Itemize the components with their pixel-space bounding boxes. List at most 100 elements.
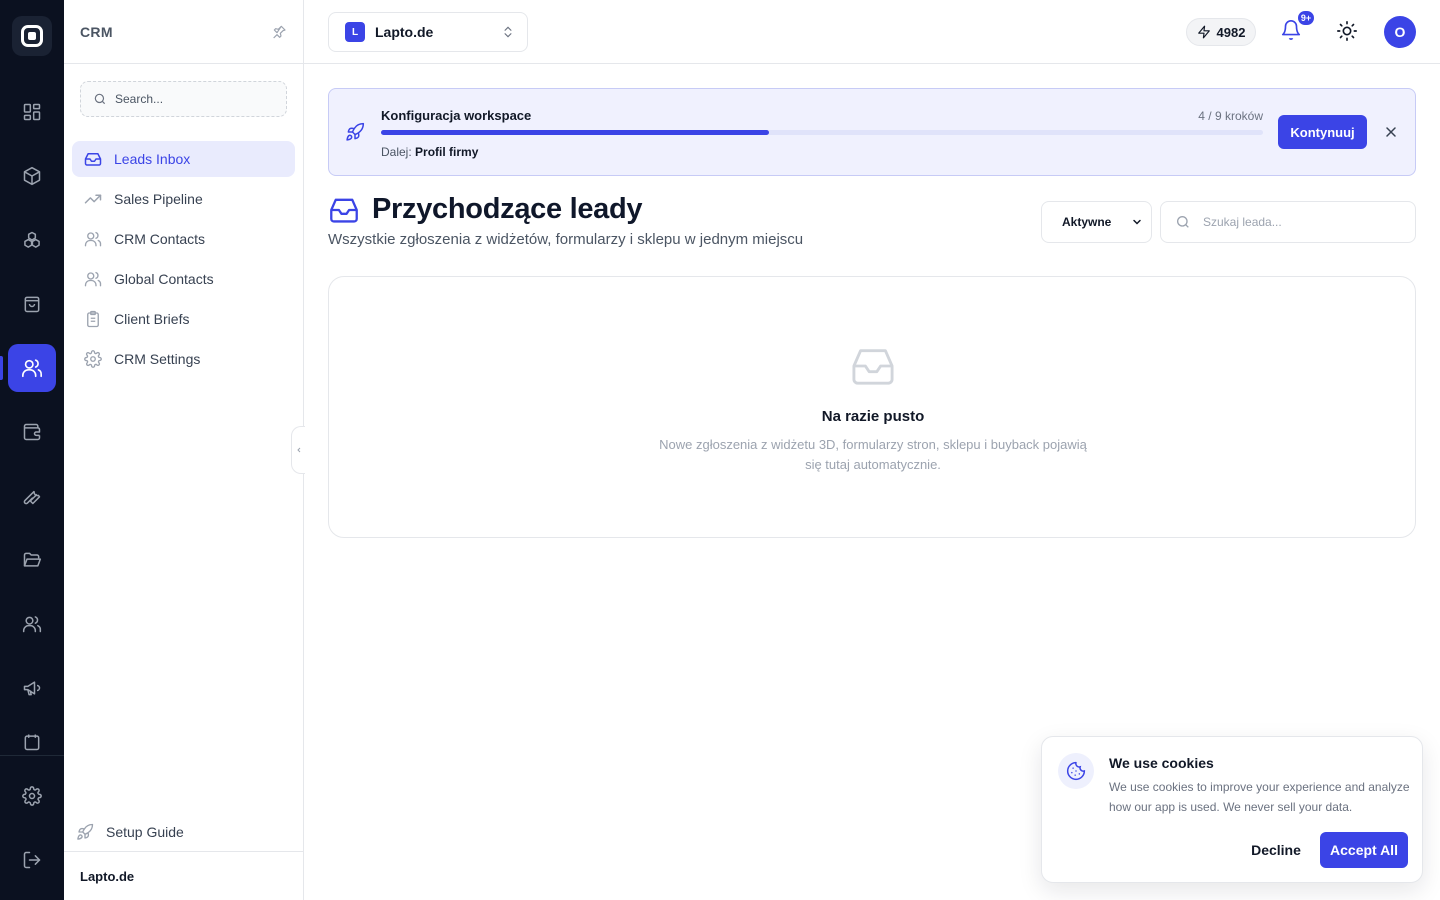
workspace-name: Lapto.de [375, 24, 434, 40]
workspace-badge: L [345, 22, 365, 42]
sidebar-item-label: Global Contacts [114, 271, 214, 287]
status-filter-select[interactable]: Aktywne [1041, 201, 1152, 243]
credits-badge[interactable]: 4982 [1186, 18, 1256, 46]
pin-icon[interactable] [271, 24, 287, 40]
wrench-icon [23, 490, 41, 505]
workspace-setup-banner: Konfiguracja workspace 4 / 9 kroków Dale… [328, 88, 1416, 176]
workspace-switcher[interactable]: L Lapto.de [328, 12, 528, 52]
cookie-icon [1058, 753, 1094, 789]
notifications-badge: 9+ [1297, 10, 1315, 26]
empty-inbox-icon [852, 349, 894, 385]
chevrons-up-down-icon [504, 26, 512, 38]
team-icon [22, 616, 42, 633]
rail-wallet-button[interactable] [8, 408, 56, 456]
sidebar-item-global-contacts[interactable]: Global Contacts [72, 261, 295, 297]
logo-mark-icon [21, 25, 43, 47]
user-avatar[interactable]: O [1384, 16, 1416, 48]
rail-marketing-button[interactable] [8, 664, 56, 712]
cookie-title: We use cookies [1109, 755, 1214, 771]
chevron-left-icon [296, 447, 300, 453]
rail-more-button[interactable] [8, 722, 56, 752]
continue-setup-button[interactable]: Kontynuuj [1278, 115, 1367, 149]
top-bar: L Lapto.de 4982 9+ O [304, 0, 1440, 64]
cookie-text: We use cookies to improve your experienc… [1109, 780, 1410, 814]
users-icon [84, 231, 102, 247]
users-icon [84, 271, 102, 287]
page-title: Przychodzące leady [372, 193, 643, 225]
sun-icon [1337, 21, 1357, 41]
sidebar-item-crm-settings[interactable]: CRM Settings [72, 341, 295, 377]
sidebar-collapse-handle[interactable] [291, 426, 305, 474]
sidebar-workspace-footer[interactable]: Lapto.de [64, 851, 303, 900]
megaphone-icon [23, 681, 41, 696]
sidebar-item-label: Sales Pipeline [114, 191, 203, 207]
banner-step-count: 4 / 9 kroków [1198, 109, 1263, 123]
empty-state-text: Nowe zgłoszenia z widżetu 3D, formularzy… [659, 437, 1087, 472]
lead-search[interactable] [1160, 201, 1416, 243]
crm-sidebar: CRM Leads Inbox Sales Pipeline CRM Conta… [64, 0, 304, 900]
sidebar-item-label: Client Briefs [114, 311, 190, 327]
settings-icon [22, 786, 42, 806]
gear-icon [84, 350, 102, 368]
search-icon [1177, 216, 1189, 228]
next-step-value: Profil firmy [415, 145, 479, 159]
logout-icon [23, 851, 41, 869]
sidebar-header: CRM [64, 0, 303, 64]
sidebar-search-input[interactable] [115, 92, 265, 106]
rail-tools-button[interactable] [8, 472, 56, 520]
cookie-consent-card: We use cookies We use cookies to improve… [1041, 736, 1423, 883]
banner-title: Konfiguracja workspace [381, 108, 532, 123]
sidebar-item-label: CRM Contacts [114, 231, 206, 247]
lead-search-input[interactable] [1203, 215, 1393, 229]
setup-guide-label: Setup Guide [106, 824, 184, 840]
calendar-icon [24, 734, 40, 751]
sidebar-item-label: CRM Settings [114, 351, 201, 367]
empty-state-title: Na razie pusto [821, 408, 925, 425]
box-icon [23, 166, 41, 186]
theme-toggle-button[interactable] [1336, 20, 1360, 44]
app-logo[interactable] [12, 16, 52, 56]
sidebar-item-sales-pipeline[interactable]: Sales Pipeline [72, 181, 295, 217]
clipboard-icon [87, 310, 99, 328]
users-icon [22, 359, 42, 378]
setup-progress-bar [381, 130, 1263, 135]
rail-divider [0, 755, 64, 756]
credits-value: 4982 [1216, 24, 1246, 40]
sidebar-item-label: Leads Inbox [114, 151, 191, 167]
sidebar-item-crm-contacts[interactable]: CRM Contacts [72, 221, 295, 257]
rail-settings-button[interactable] [8, 772, 56, 820]
rail-dashboard-button[interactable] [8, 88, 56, 136]
rail-products-button[interactable] [8, 152, 56, 200]
app-rail [0, 0, 64, 900]
banner-next-step: Dalej: Profil firmy [381, 145, 478, 159]
setup-progress-fill [381, 130, 770, 135]
accept-cookies-button[interactable]: Accept All [1320, 832, 1408, 868]
rail-logout-button[interactable] [8, 836, 56, 884]
rail-team-button[interactable] [8, 600, 56, 648]
chevron-down-icon [1133, 219, 1141, 225]
sidebar-item-client-briefs[interactable]: Client Briefs [72, 301, 295, 337]
lightning-icon [1197, 25, 1210, 39]
rail-active-indicator [0, 356, 3, 380]
sidebar-item-leads-inbox[interactable]: Leads Inbox [72, 141, 295, 177]
rail-shop-button[interactable] [8, 280, 56, 328]
trending-up-icon [84, 194, 102, 204]
rail-files-button[interactable] [8, 536, 56, 584]
decline-cookies-button[interactable]: Decline [1243, 833, 1309, 867]
close-icon[interactable] [1383, 124, 1399, 140]
inbox-icon [84, 153, 102, 166]
next-step-label: Dalej: [381, 145, 412, 159]
rail-inventory-button[interactable] [8, 216, 56, 264]
dashboard-icon [23, 103, 41, 121]
setup-guide-link[interactable]: Setup Guide [76, 820, 184, 844]
wallet-icon [23, 423, 41, 441]
page-subtitle: Wszystkie zgłoszenia z widżetów, formula… [328, 231, 804, 248]
sidebar-search[interactable] [80, 81, 287, 117]
inbox-icon [330, 198, 358, 223]
status-filter-value: Aktywne [1062, 215, 1112, 229]
leads-empty-state: Na razie pusto Nowe zgłoszenia z widżetu… [328, 276, 1416, 538]
shopping-bag-icon [24, 296, 40, 313]
sidebar-nav: Leads Inbox Sales Pipeline CRM Contacts … [64, 141, 303, 377]
rail-crm-button[interactable] [8, 344, 56, 392]
folder-open-icon [23, 552, 42, 567]
